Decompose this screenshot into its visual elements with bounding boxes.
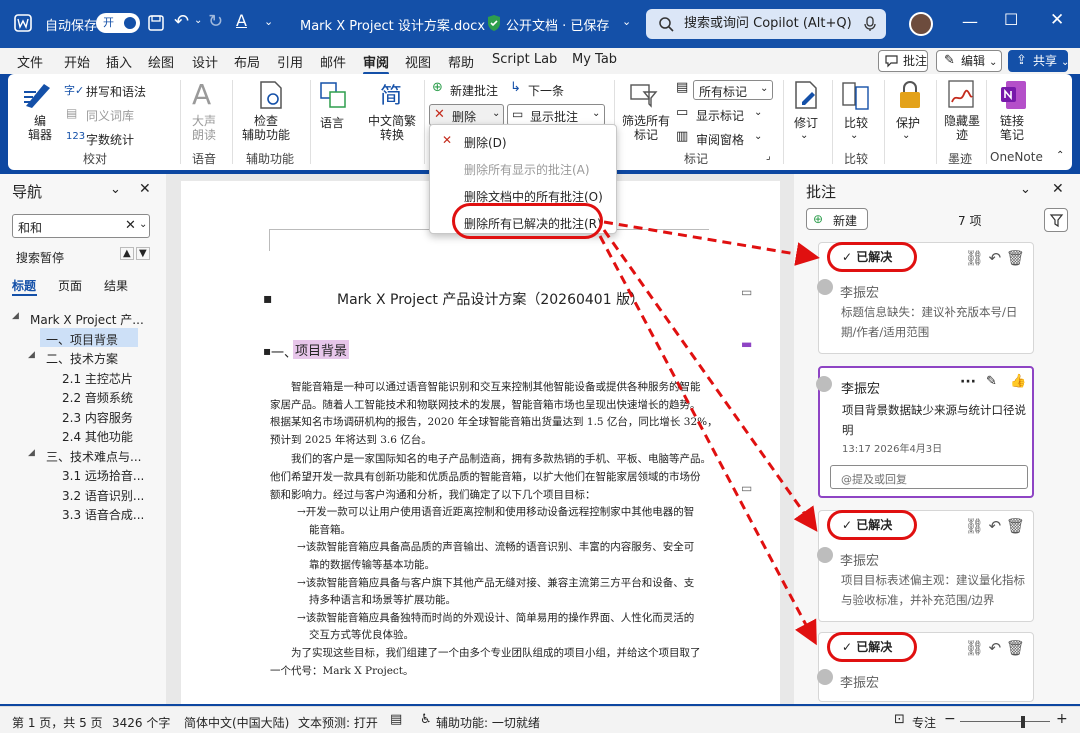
zoom-slider-thumb[interactable] — [1021, 716, 1026, 728]
language-status[interactable]: 简体中文(中国大陆) — [184, 714, 289, 731]
track-changes-status-icon[interactable]: ▤ — [390, 712, 402, 727]
focus-button[interactable]: 专注 — [912, 714, 936, 731]
annotation-arrows — [598, 220, 820, 646]
annotation-arrow — [602, 229, 818, 532]
accessibility-icon: ♿ — [420, 712, 432, 727]
status-bar: 第 1 页，共 5 页 3426 个字 简体中文(中国大陆) 文本预测: 打开 … — [0, 706, 1080, 733]
focus-icon: ⊡ — [894, 712, 905, 727]
zoom-slider[interactable] — [960, 721, 1050, 722]
annotation-arrow — [598, 235, 817, 646]
page-count[interactable]: 第 1 页，共 5 页 — [12, 714, 103, 731]
word-count[interactable]: 3426 个字 — [112, 714, 170, 731]
zoom-out-icon[interactable]: − — [944, 711, 956, 727]
zoom-in-icon[interactable]: + — [1056, 711, 1068, 727]
text-prediction-status[interactable]: 文本预测: 打开 — [298, 714, 378, 731]
annotation-arrow — [603, 220, 820, 266]
accessibility-status[interactable]: 辅助功能: 一切就绪 — [436, 714, 540, 731]
